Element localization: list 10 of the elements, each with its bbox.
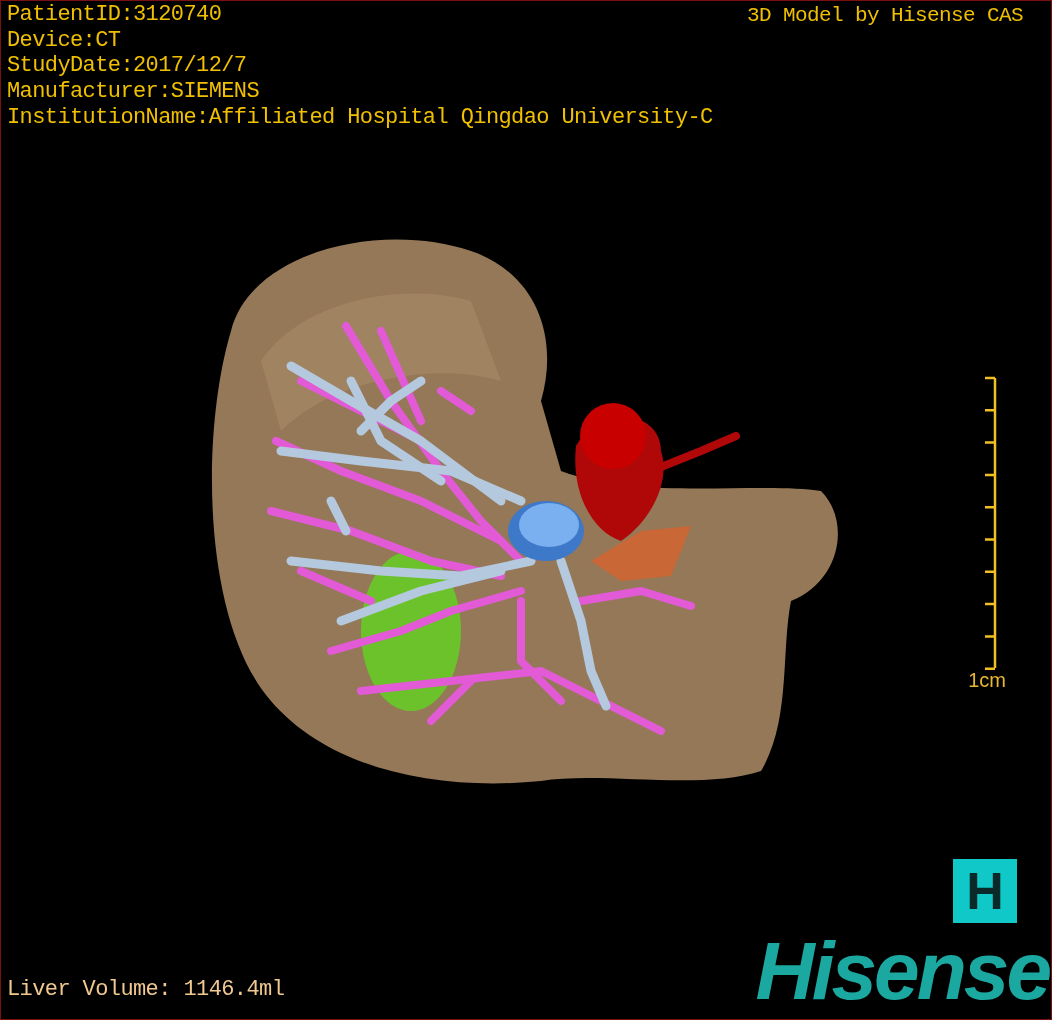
study-info-text: InstitutionName:Affiliated Hospital Qingdao University-C	[7, 104, 713, 131]
logo-wordmark: Hisense	[755, 931, 1051, 1018]
scale-label: 1cm	[968, 667, 1006, 692]
study-info-text: Device:CT	[7, 27, 122, 54]
study-info-text: StudyDate:2017/12/7	[7, 53, 248, 80]
model-credit-text: 3D Model by Hisense CAS	[746, 3, 1024, 29]
study-info-text: PatientID:3120740	[7, 2, 223, 28]
logo-mark: H	[953, 859, 1017, 923]
study-info-text: Manufacturer:SIEMENS	[7, 79, 261, 105]
liver-volume-text: Liver Volume: 1146.4ml	[6, 977, 285, 1004]
